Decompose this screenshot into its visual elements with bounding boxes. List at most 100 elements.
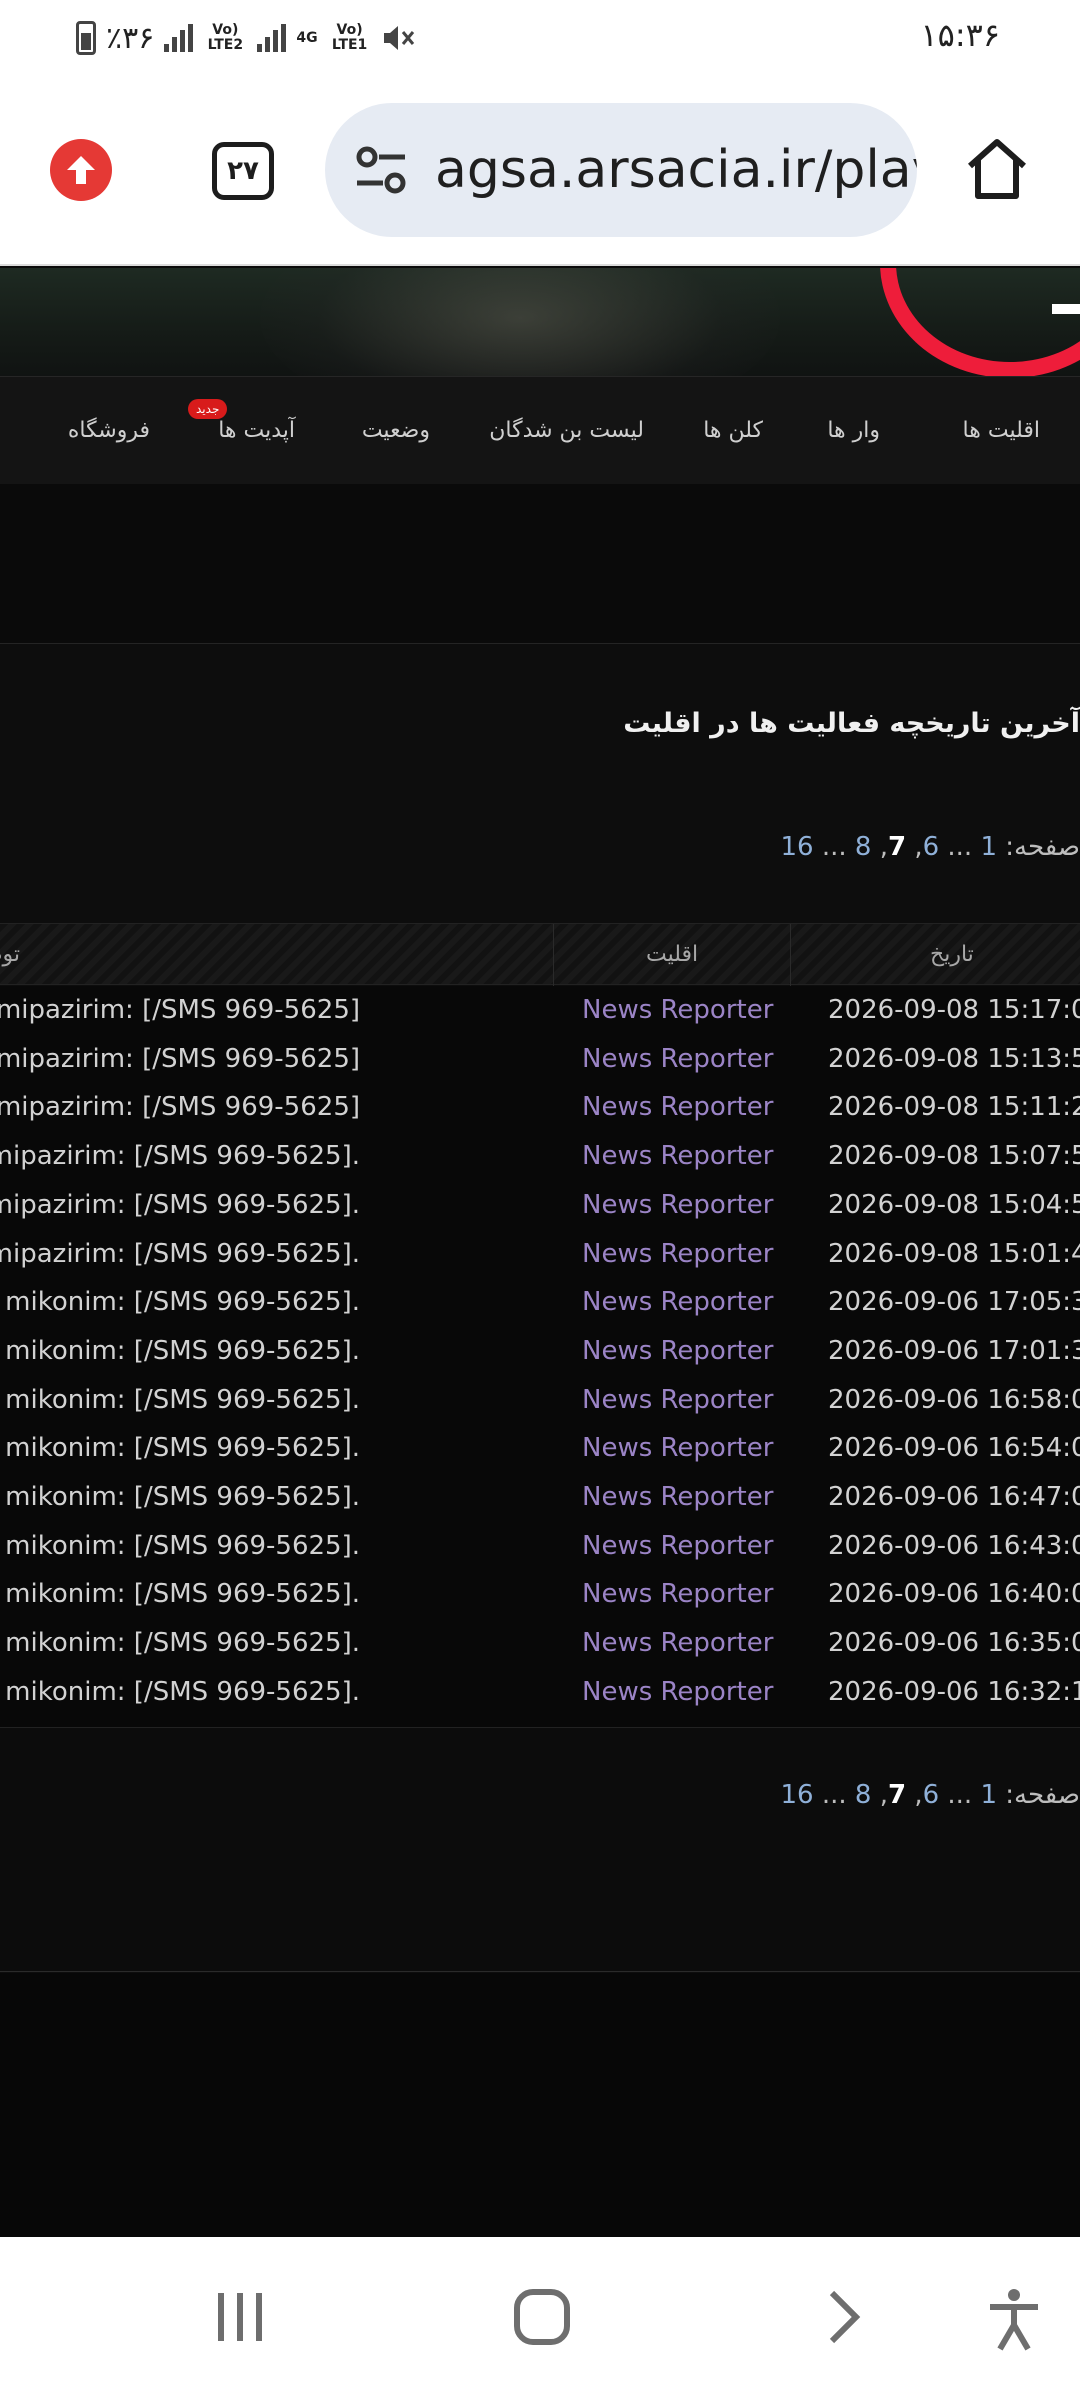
- banner-smoke: [260, 268, 780, 376]
- network-type: 4G: [296, 29, 318, 46]
- back-icon[interactable]: [822, 2287, 866, 2347]
- status-bar: ٪۳۶ Vo) LTE2 4G Vo) LTE1 ۱۵:۳۶: [0, 0, 1080, 76]
- accessibility-icon[interactable]: [986, 2287, 1042, 2353]
- row-date: 2026-09-06 16:43:00: [828, 1530, 1080, 1561]
- row-date: 2026-09-06 16:54:00: [828, 1433, 1080, 1464]
- pagination-label: صفحه:: [1005, 832, 1080, 862]
- page-link[interactable]: 6: [923, 832, 940, 862]
- nav-item-ban-list[interactable]: لیست بن شدگان: [489, 377, 644, 485]
- sim1-label: Vo) LTE2: [207, 22, 244, 53]
- column-divider: [553, 924, 554, 986]
- row-minority[interactable]: News Reporter: [582, 1424, 773, 1472]
- row-minority[interactable]: News Reporter: [582, 1376, 773, 1424]
- row-date: 2026-09-08 15:11:25: [828, 1092, 1080, 1123]
- main-navigation: اقلیت ها وار ها کلن ها لیست بن شدگان وضع…: [0, 376, 1080, 484]
- row-minority[interactable]: News Reporter: [582, 1083, 773, 1131]
- page-ellipsis: ...: [821, 832, 847, 862]
- row-description: ntasher mikonim: [/SMS 969-5625].: [0, 1287, 360, 1318]
- row-description: ntasher mikonim: [/SMS 969-5625].: [0, 1384, 360, 1415]
- page-link[interactable]: 16: [780, 1780, 813, 1810]
- page-link[interactable]: 6: [923, 1780, 940, 1810]
- row-minority[interactable]: News Reporter: [582, 1230, 773, 1278]
- table-row: ntasher mikonim: [/SMS 969-5625]. News Re…: [0, 1522, 1080, 1571]
- nav-item-wars[interactable]: وار ها: [827, 377, 880, 485]
- pagination-top: صفحه: 1 ... 6, 7, 8 ... 16: [780, 832, 1080, 862]
- table-row: a mipazirim: [/SMS 969-5625] News Reporte…: [0, 1083, 1080, 1132]
- row-minority[interactable]: News Reporter: [582, 1181, 773, 1229]
- page-link[interactable]: 8: [855, 1780, 872, 1810]
- row-date: 2026-09-06 16:47:00: [828, 1482, 1080, 1512]
- row-date: 2026-09-06 16:58:00: [828, 1384, 1080, 1415]
- page-link[interactable]: 8: [855, 832, 872, 862]
- row-date: 2026-09-06 16:40:01: [828, 1579, 1080, 1610]
- page-title: آخرین تاریخچه فعالیت ها در اقلیت: [623, 708, 1080, 739]
- row-description: ntasher mikonim: [/SMS 969-5625].: [0, 1579, 360, 1610]
- row-minority[interactable]: News Reporter: [582, 1473, 773, 1521]
- recents-icon[interactable]: [212, 2287, 268, 2347]
- table-row: ntasher mikonim: [/SMS 969-5625]. News Re…: [0, 1327, 1080, 1376]
- nav-item-status[interactable]: وضعیت: [362, 377, 430, 485]
- table-row: n mipazirim: [/SMS 969-5625]. News Report…: [0, 1230, 1080, 1279]
- hero-strip: [0, 484, 1080, 644]
- upgrade-button[interactable]: [50, 139, 112, 201]
- page-ellipsis: ...: [821, 1780, 847, 1810]
- nav-item-clans[interactable]: کلن ها: [703, 377, 763, 485]
- row-minority[interactable]: News Reporter: [582, 1570, 773, 1618]
- row-description: ntasher mikonim: [/SMS 969-5625].: [0, 1433, 360, 1464]
- row-date: 2026-09-06 17:05:30: [828, 1287, 1080, 1318]
- tabs-button[interactable]: ۲۷: [212, 142, 274, 200]
- row-description: ntasher mikonim: [/SMS 969-5625].: [0, 1530, 360, 1561]
- row-minority[interactable]: News Reporter: [582, 1132, 773, 1180]
- column-header-description: توضیحات: [0, 942, 20, 967]
- sim2-label: Vo) LTE1: [331, 22, 368, 53]
- url-text[interactable]: agsa.arsacia.ir/play: [435, 103, 917, 237]
- nav-item-shop[interactable]: فروشگاه: [68, 377, 150, 485]
- row-minority[interactable]: News Reporter: [582, 1668, 773, 1716]
- page-current: 7: [887, 1780, 907, 1810]
- activity-table-body: a mipazirim: [/SMS 969-5625] News Reporte…: [0, 986, 1080, 1728]
- site-settings-icon[interactable]: [353, 143, 409, 197]
- browser-toolbar: ۲۷ agsa.arsacia.ir/play: [0, 76, 1080, 266]
- home-icon[interactable]: [964, 136, 1030, 202]
- nav-item-updates[interactable]: آپدیت ها: [218, 377, 295, 485]
- upgrade-arrow-icon: [67, 156, 95, 184]
- row-minority[interactable]: News Reporter: [582, 1327, 773, 1375]
- row-minority[interactable]: News Reporter: [582, 1619, 773, 1667]
- row-date: 2026-09-08 15:07:56: [828, 1141, 1080, 1172]
- row-minority[interactable]: News Reporter: [582, 1278, 773, 1326]
- row-description: n mipazirim: [/SMS 969-5625].: [0, 1141, 360, 1172]
- page-footer: [0, 1973, 1080, 2237]
- table-row: ntasher mikonim: [/SMS 969-5625]. News Re…: [0, 1473, 1080, 1522]
- site-logo[interactable]: [880, 268, 1080, 376]
- row-date: 2026-09-08 15:13:59: [828, 1043, 1080, 1074]
- row-description: ntasher mikonim: [/SMS 969-5625].: [0, 1676, 360, 1707]
- table-row: ntasher mikonim: [/SMS 969-5625]. News Re…: [0, 1619, 1080, 1668]
- row-date: 2026-09-06 16:35:00: [828, 1628, 1080, 1659]
- row-description: a mipazirim: [/SMS 969-5625]: [0, 995, 360, 1025]
- row-date: 2026-09-06 17:01:30: [828, 1335, 1080, 1366]
- page-link[interactable]: 1: [980, 832, 997, 862]
- nav-item-minorities[interactable]: اقلیت ها: [963, 377, 1040, 485]
- row-minority[interactable]: News Reporter: [582, 986, 773, 1034]
- table-row: n mipazirim: [/SMS 969-5625]. News Report…: [0, 1181, 1080, 1230]
- pagination-label: صفحه:: [1005, 1780, 1080, 1810]
- row-description: n mipazirim: [/SMS 969-5625].: [0, 1189, 360, 1220]
- page-current: 7: [887, 832, 907, 862]
- page-link[interactable]: 1: [980, 1780, 997, 1810]
- battery-level: ٪۳۶: [106, 20, 155, 56]
- system-navigation-bar: [0, 2237, 1080, 2400]
- signal-icon: [164, 24, 194, 52]
- table-header: تاریخ اقلیت توضیحات: [0, 923, 1080, 986]
- row-description: ntasher mikonim: [/SMS 969-5625].: [0, 1628, 360, 1659]
- status-indicators: ٪۳۶ Vo) LTE2 4G Vo) LTE1: [76, 16, 416, 60]
- row-minority[interactable]: News Reporter: [582, 1035, 773, 1083]
- address-bar[interactable]: agsa.arsacia.ir/play: [325, 103, 917, 237]
- page-ellipsis: ...: [947, 1780, 973, 1810]
- page-link[interactable]: 16: [780, 832, 813, 862]
- table-row: n mipazirim: [/SMS 969-5625]. News Report…: [0, 1132, 1080, 1181]
- column-divider: [790, 924, 791, 986]
- row-minority[interactable]: News Reporter: [582, 1522, 773, 1570]
- home-nav-icon[interactable]: [512, 2287, 572, 2347]
- column-header-date: تاریخ: [930, 942, 974, 967]
- lower-section: صفحه: 1 ... 6, 7, 8 ... 16: [0, 1728, 1080, 1972]
